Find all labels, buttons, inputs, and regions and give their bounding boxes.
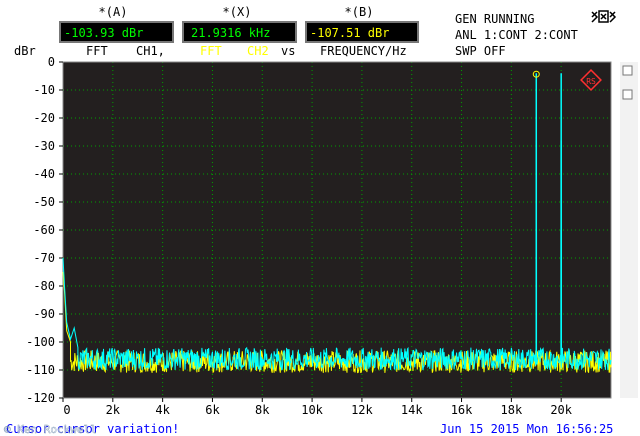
- status-line-2: ANL 1:CONT 2:CONT: [455, 28, 578, 42]
- scroll-marker-2[interactable]: [622, 89, 633, 100]
- x-tick-label: 0: [63, 403, 70, 417]
- trace-b-channel: CH2: [247, 44, 269, 58]
- y-tick-label: -110: [26, 363, 55, 377]
- printer-network-icon[interactable]: [591, 10, 617, 23]
- x-tick-label: 20k: [550, 403, 572, 417]
- readout-a-label: *(A): [99, 5, 128, 19]
- x-tick-label: 10k: [301, 403, 323, 417]
- analyzer-screen: *(A) -103.93 dBr *(X) 21.9316 kHz *(B) -…: [0, 5, 640, 436]
- y-tick-label: -50: [33, 195, 55, 209]
- trace-a-mode: FFT: [86, 44, 108, 58]
- y-axis-ticks: 0 -10 -20 -30 -40 -50 -60 -70 -80 -90 -100 -110 -120: [26, 55, 63, 405]
- readout-x-value: 21.9316 kHz: [191, 26, 270, 40]
- status-line-3: SWP OFF: [455, 44, 506, 58]
- svg-text:RS: RS: [586, 77, 596, 86]
- readout-b-label: *(B): [345, 5, 374, 19]
- y-tick-label: -40: [33, 167, 55, 181]
- x-axis-ticks: 0 2k 4k 6k 8k 10k 12k 14k 16k 18k 20k: [62, 398, 573, 417]
- x-tick-label: 2k: [106, 403, 121, 417]
- header: *(A) -103.93 dBr *(X) 21.9316 kHz *(B) -…: [14, 5, 617, 58]
- scroll-marker-1[interactable]: [622, 65, 633, 76]
- readout-a-value: -103.93 dBr: [64, 26, 143, 40]
- x-tick-label: 12k: [351, 403, 373, 417]
- date-time: Jun 15 2015 Mon 16:56:25: [440, 422, 613, 436]
- x-tick-label: 8k: [255, 403, 270, 417]
- readout-x-label: *(X): [223, 5, 252, 19]
- trace-a-channel: CH1,: [136, 44, 165, 58]
- y-tick-label: -10: [33, 83, 55, 97]
- plot-area: [63, 62, 611, 398]
- y-tick-label: 0: [48, 55, 55, 69]
- trace-vs: vs: [281, 44, 295, 58]
- x-quantity-label: FREQUENCY/Hz: [320, 44, 407, 58]
- readout-b-value: -107.51 dBr: [310, 26, 389, 40]
- y-axis-unit: dBr: [14, 44, 36, 58]
- y-tick-label: -120: [26, 391, 55, 405]
- y-tick-label: -90: [33, 307, 55, 321]
- trace-b-mode: FFT: [200, 44, 222, 58]
- y-tick-label: -60: [33, 223, 55, 237]
- watermark: © Ken Rockwell: [4, 423, 97, 436]
- y-tick-label: -70: [33, 251, 55, 265]
- x-tick-label: 14k: [401, 403, 423, 417]
- y-tick-label: -80: [33, 279, 55, 293]
- y-tick-label: -20: [33, 111, 55, 125]
- x-tick-label: 6k: [205, 403, 220, 417]
- y-tick-label: -30: [33, 139, 55, 153]
- status-line-1: GEN RUNNING: [455, 12, 534, 26]
- x-tick-label: 4k: [155, 403, 170, 417]
- bottom-bar: Cursor cursor variation! Jun 15 2015 Mon…: [0, 420, 640, 436]
- x-tick-label: 16k: [451, 403, 473, 417]
- x-tick-label: 18k: [501, 403, 523, 417]
- y-tick-label: -100: [26, 335, 55, 349]
- vertical-scrollbar[interactable]: [620, 62, 638, 398]
